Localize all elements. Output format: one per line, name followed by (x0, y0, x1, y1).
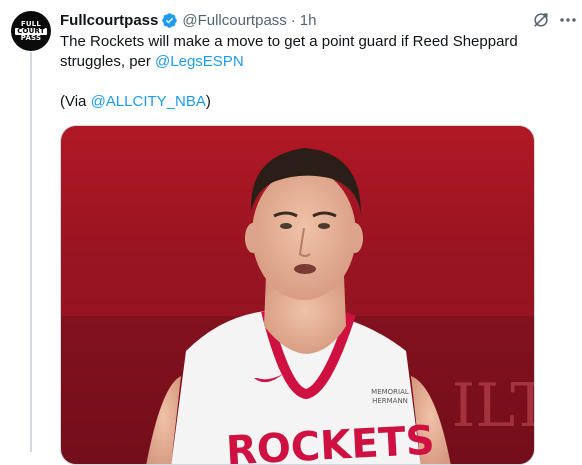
separator-dot: · (290, 11, 296, 29)
verified-badge-icon (162, 12, 178, 28)
avatar[interactable]: FULL COURT PASS (11, 11, 51, 51)
tweet-body: The Rockets will make a move to get a po… (60, 33, 518, 70)
background-lettering: ILT (452, 371, 535, 441)
sponsor-text-1: MEMORIAL (371, 388, 409, 396)
mention-link[interactable]: @ALLCITY_NBA (91, 93, 206, 110)
player-photo: ILT MEMORIAL HERMANN ROCKETS (61, 126, 535, 464)
mention-link[interactable]: @LegsESPN (155, 53, 244, 70)
via-open: (Via (60, 93, 91, 110)
timestamp[interactable]: 1h (300, 12, 317, 29)
tweet-header: Fullcourtpass @Fullcourtpass · 1h (60, 10, 316, 30)
grok-icon[interactable] (531, 10, 551, 30)
via-close: ) (205, 93, 211, 110)
sponsor-text-2: HERMANN (372, 397, 408, 405)
tweet-text: The Rockets will make a move to get a po… (60, 32, 570, 72)
author-name[interactable]: Fullcourtpass (60, 12, 158, 29)
tweet-media[interactable]: ILT MEMORIAL HERMANN ROCKETS (60, 125, 535, 465)
avatar-text-3: PASS (20, 33, 42, 42)
thread-line (30, 52, 32, 452)
author-handle[interactable]: @Fullcourtpass (182, 12, 286, 29)
more-icon[interactable] (559, 13, 577, 27)
via-line: (Via @ALLCITY_NBA) (60, 92, 211, 112)
